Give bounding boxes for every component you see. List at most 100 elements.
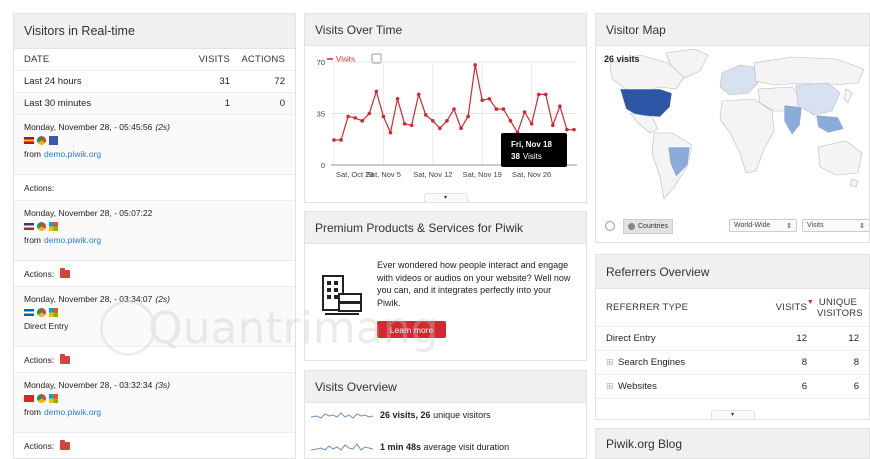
region-select[interactable]: World-Wide ⇕ xyxy=(729,219,797,232)
expand-icon[interactable]: ⊞ xyxy=(596,357,618,368)
visits-line-chart: Visits70350Sat, Oct 29Sat, Nov 5 Sat, Nov… xyxy=(317,53,577,179)
folder-icon[interactable] xyxy=(60,267,71,278)
col-unique-label: UNIQUE VISITORS xyxy=(817,296,863,319)
visit-actions-row: Actions: xyxy=(14,433,295,458)
actions-label: Actions: xyxy=(24,354,55,365)
actions-label: Actions: xyxy=(24,440,55,451)
visit-entry[interactable]: Monday, November 28, - 03:34:07 (2s) Direc… xyxy=(14,287,295,347)
blog-title: Piwik.org Blog xyxy=(596,429,869,458)
data-point xyxy=(487,96,492,101)
referrer-visits: 8 xyxy=(801,357,807,368)
legend-label: Visits xyxy=(336,55,355,64)
visit-duration: (3s) xyxy=(155,380,170,390)
visits-overview-title: Visits Overview xyxy=(305,371,586,403)
referrer-row-websites[interactable]: ⊞ Websites 6 6 xyxy=(596,375,869,399)
visits-sparkline xyxy=(311,412,373,419)
visit-actions-row: Actions: xyxy=(14,347,295,373)
zoom-out-icon[interactable] xyxy=(605,221,615,231)
referrer-row-direct[interactable]: Direct Entry 12 12 xyxy=(596,327,869,351)
data-point xyxy=(353,116,357,120)
data-point xyxy=(543,92,548,97)
x-tick-label: Sat, Nov 5 xyxy=(366,170,401,179)
referrers-widget: Referrers Overview REFERRER TYPE VISITS … xyxy=(595,254,870,420)
sort-desc-icon[interactable]: ▼ xyxy=(807,299,814,306)
row-visits: 31 xyxy=(219,76,230,87)
data-point xyxy=(409,123,414,128)
overview-item-visits: 26 visits, 26 unique visitors xyxy=(311,409,491,421)
referrer-row-search[interactable]: ⊞ Search Engines 8 8 xyxy=(596,351,869,375)
metric-select[interactable]: Visits ⇕ xyxy=(802,219,869,232)
data-point xyxy=(522,110,527,114)
visit-entry[interactable]: Monday, November 28, - 05:45:56 (2s) from d… xyxy=(14,115,295,175)
tooltip-date: Fri, Nov 18 xyxy=(511,140,552,149)
col-referrer-type: REFERRER TYPE xyxy=(606,302,689,313)
chrome-icon xyxy=(37,221,46,231)
expand-icon[interactable]: ⊞ xyxy=(596,381,618,392)
visit-source: from demo.piwik.org xyxy=(24,407,101,417)
countries-button[interactable]: Countries xyxy=(623,219,673,234)
visit-actions-row: Actions: xyxy=(14,175,295,201)
os-icon xyxy=(49,135,58,145)
data-point xyxy=(466,114,470,119)
expand-toggle[interactable]: ▾ xyxy=(423,193,468,202)
data-point xyxy=(402,122,407,126)
visit-timestamp: Monday, November 28, - 03:34:07 xyxy=(24,294,153,304)
overview-visits-value: 26 visits, 26 xyxy=(380,410,431,420)
data-point xyxy=(388,130,393,135)
data-point xyxy=(395,96,400,101)
source-link[interactable]: demo.piwik.org xyxy=(44,149,101,159)
x-tick-label: Sat, Nov 12 xyxy=(413,170,452,179)
data-point xyxy=(431,119,435,123)
row-actions: 72 xyxy=(274,76,285,87)
data-point xyxy=(480,98,485,103)
data-point xyxy=(445,119,449,123)
folder-icon[interactable] xyxy=(60,353,71,364)
visitor-map-widget: Visitor Map 26 visits Countries World-Wi… xyxy=(595,13,870,243)
visit-icons xyxy=(24,307,58,318)
os-icon xyxy=(49,221,58,231)
data-point xyxy=(536,92,541,97)
actions-label: Actions: xyxy=(24,182,55,193)
chart-tooltip: Fri, Nov 18 38 Visits xyxy=(501,133,567,167)
visit-entry[interactable]: Monday, November 28, - 03:32:34 (3s) from d… xyxy=(14,373,295,433)
y-tick-label: 35 xyxy=(317,110,325,119)
source-link[interactable]: demo.piwik.org xyxy=(44,235,101,245)
data-point xyxy=(558,104,562,108)
source-link[interactable]: demo.piwik.org xyxy=(44,407,101,417)
learn-more-button[interactable]: Learn more xyxy=(377,321,446,338)
referrer-label: Direct Entry xyxy=(606,333,656,344)
source-link: Direct Entry xyxy=(24,321,69,331)
visit-source: Direct Entry xyxy=(24,321,68,331)
y-tick-label: 0 xyxy=(321,161,325,170)
data-point xyxy=(367,111,372,116)
visit-time: Monday, November 28, - 05:45:56 (2s) xyxy=(24,122,170,132)
y-tick-label: 70 xyxy=(317,58,325,67)
overview-visits-label: unique visitors xyxy=(433,410,491,420)
tooltip-value: 38 Visits xyxy=(511,152,542,161)
expand-toggle[interactable]: ▾ xyxy=(710,410,755,419)
row-visits: 1 xyxy=(224,98,230,109)
tooltip-box xyxy=(501,133,567,167)
visit-entry[interactable]: Monday, November 28, - 05:07:22 from demo.… xyxy=(14,201,295,261)
duration-sparkline xyxy=(311,443,373,451)
tooltip-number: 38 xyxy=(511,152,520,161)
os-icon xyxy=(49,393,58,403)
chevron-updown-icon: ⇕ xyxy=(786,222,792,230)
countries-label: Countries xyxy=(638,223,668,230)
visit-icons xyxy=(24,135,58,146)
data-point xyxy=(438,126,442,131)
referrer-visits: 6 xyxy=(801,381,807,392)
data-point xyxy=(529,122,534,126)
data-point xyxy=(423,113,428,117)
visit-actions-row: Actions: xyxy=(14,261,295,287)
country-flag-icon xyxy=(24,222,34,230)
referrer-visits: 12 xyxy=(796,333,807,344)
col-actions: ACTIONS xyxy=(241,54,285,65)
overview-duration-value: 1 min 48s xyxy=(380,442,422,452)
referrers-title: Referrers Overview xyxy=(596,255,869,289)
data-point xyxy=(360,119,365,123)
folder-icon[interactable] xyxy=(60,439,71,450)
row-actions: 0 xyxy=(279,98,285,109)
visit-time: Monday, November 28, - 05:07:22 xyxy=(24,208,155,218)
server-icon xyxy=(319,272,365,318)
